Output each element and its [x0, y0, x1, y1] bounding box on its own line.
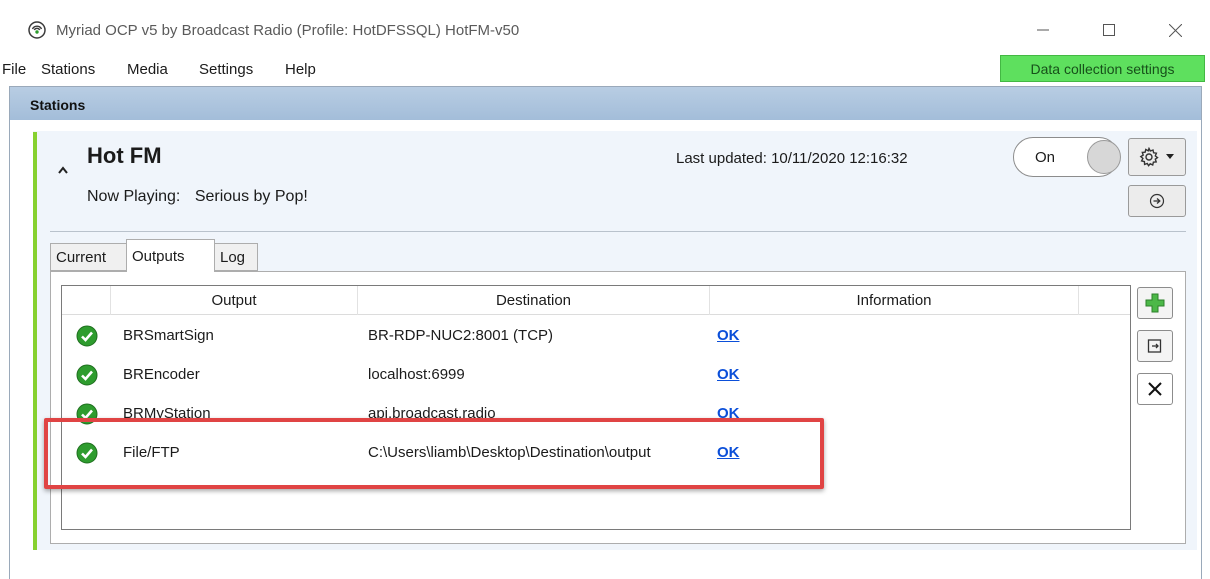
close-button[interactable] — [1152, 14, 1198, 46]
station-settings-button[interactable] — [1128, 138, 1186, 176]
minimize-icon — [1037, 29, 1049, 31]
collapse-chevron-icon[interactable] — [57, 162, 69, 180]
check-circle-icon — [76, 325, 98, 347]
output-name: BREncoder — [123, 366, 200, 383]
check-circle-icon — [76, 364, 98, 386]
menu-media[interactable]: Media — [127, 61, 168, 78]
highlight-annotation — [44, 418, 824, 489]
toggle-knob — [1087, 140, 1121, 174]
now-playing: Now Playing: Serious by Pop! — [87, 188, 308, 206]
station-on-toggle[interactable]: On — [1013, 137, 1121, 177]
menu-stations[interactable]: Stations — [41, 61, 95, 78]
output-destination: localhost:6999 — [368, 366, 465, 383]
gear-icon — [1139, 147, 1159, 167]
edit-output-button[interactable] — [1137, 330, 1173, 362]
arrow-circle-right-icon — [1149, 193, 1165, 209]
last-updated: Last updated: 10/11/2020 12:16:32 — [676, 150, 908, 167]
broadcast-app-icon — [28, 21, 46, 39]
station-status-bar — [33, 132, 37, 550]
add-output-button[interactable] — [1137, 287, 1173, 319]
go-to-station-button[interactable] — [1128, 185, 1186, 217]
column-header-destination[interactable]: Destination — [358, 292, 709, 309]
table-row[interactable]: BRSmartSign BR-RDP-NUC2:8001 (TCP) OK — [62, 318, 1130, 356]
maximize-button[interactable] — [1086, 14, 1132, 46]
stations-header: Stations — [10, 87, 1201, 120]
window-title: Myriad OCP v5 by Broadcast Radio (Profil… — [56, 22, 520, 39]
close-icon — [1168, 23, 1182, 37]
maximize-icon — [1103, 24, 1115, 36]
column-header-information[interactable]: Information — [710, 292, 1078, 309]
station-name: Hot FM — [87, 143, 162, 168]
title-bar: Myriad OCP v5 by Broadcast Radio (Profil… — [0, 0, 1210, 56]
dropdown-arrow-icon — [1166, 154, 1174, 159]
output-info-link[interactable]: OK — [717, 366, 777, 383]
delete-x-icon — [1148, 382, 1162, 396]
data-collection-settings-button[interactable]: Data collection settings — [1000, 55, 1205, 82]
edit-output-icon — [1147, 339, 1162, 353]
output-destination: BR-RDP-NUC2:8001 (TCP) — [368, 327, 554, 344]
now-playing-value: Serious by Pop! — [194, 188, 308, 205]
output-name: BRSmartSign — [123, 327, 214, 344]
menu-help[interactable]: Help — [285, 61, 316, 78]
column-separator — [1078, 286, 1079, 315]
menu-file[interactable]: File — [2, 61, 26, 78]
column-header-output[interactable]: Output — [111, 292, 357, 309]
menu-settings[interactable]: Settings — [199, 61, 253, 78]
table-row[interactable]: BREncoder localhost:6999 OK — [62, 357, 1130, 395]
tab-outputs[interactable]: Outputs — [126, 239, 215, 272]
tab-log[interactable]: Log — [214, 243, 258, 271]
toggle-label: On — [1035, 149, 1056, 166]
tab-current[interactable]: Current — [50, 243, 127, 271]
minimize-button[interactable] — [1020, 14, 1066, 46]
delete-output-button[interactable] — [1137, 373, 1173, 405]
plus-icon — [1145, 293, 1165, 313]
output-info-link[interactable]: OK — [717, 327, 777, 344]
station-divider — [50, 231, 1186, 232]
now-playing-label: Now Playing: — [87, 188, 181, 205]
